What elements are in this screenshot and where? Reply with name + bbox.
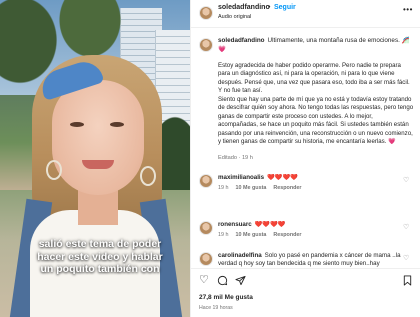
- eye: [110, 122, 124, 127]
- video-caption: salió este tema de poder hacer este vide…: [37, 238, 163, 275]
- heart-icon[interactable]: ♡: [403, 223, 409, 231]
- post-username[interactable]: soledadfandino: [218, 4, 270, 11]
- post-header: soledadfandino • Seguir Audio original •…: [191, 0, 420, 28]
- comment-icon[interactable]: [217, 275, 228, 289]
- mouth: [82, 160, 114, 169]
- caption-username[interactable]: soledadfandino: [218, 37, 265, 44]
- comment-username[interactable]: ronensuarc: [218, 221, 252, 228]
- post-panel: soledadfandino • Seguir Audio original •…: [190, 0, 420, 317]
- heart-icon[interactable]: ♡: [403, 176, 409, 184]
- comment-username[interactable]: carolinadelfina: [218, 252, 262, 259]
- more-options-icon[interactable]: •••: [403, 5, 413, 14]
- reply-button[interactable]: Responder: [273, 185, 301, 191]
- share-icon[interactable]: [235, 275, 246, 289]
- avatar[interactable]: [199, 174, 213, 188]
- comment-body: ❤️❤️❤️❤️: [254, 221, 286, 228]
- post-time: Hace 19 horas: [199, 305, 233, 311]
- comment-username[interactable]: maximilianoalis: [218, 174, 264, 181]
- comment-meta: 19 h 10 Me gusta Responder: [218, 185, 309, 191]
- caption-first-line: soledadfandino Ultimamente, una montaña r…: [218, 37, 414, 54]
- audio-label[interactable]: Audio original: [218, 14, 251, 20]
- separator-dot: •: [268, 4, 271, 11]
- avatar[interactable]: [199, 6, 213, 20]
- follow-button[interactable]: Seguir: [274, 4, 296, 11]
- avatar[interactable]: [199, 252, 213, 266]
- heart-icon[interactable]: ♡: [199, 275, 209, 286]
- comment-item: carolinadelfina Solo yo pasé en pandemia …: [191, 250, 420, 268]
- comment-item: maximilianoalis ❤️❤️❤️❤️ 19 h 10 Me gusta R…: [191, 172, 420, 202]
- comment-text: maximilianoalis ❤️❤️❤️❤️: [218, 174, 398, 182]
- comment-likes[interactable]: 10 Me gusta: [236, 185, 267, 191]
- comment-text: ronensuarc ❤️❤️❤️❤️: [218, 221, 398, 229]
- eye: [70, 122, 84, 127]
- comment-likes[interactable]: 10 Me gusta: [236, 232, 267, 238]
- bookmark-icon[interactable]: [402, 275, 413, 289]
- reply-button[interactable]: Responder: [273, 232, 301, 238]
- heart-icon[interactable]: ♡: [403, 254, 409, 262]
- avatar[interactable]: [199, 38, 213, 52]
- avatar[interactable]: [199, 221, 213, 235]
- person-face: [52, 80, 144, 195]
- comment-text: carolinadelfina Solo yo pasé en pandemia …: [218, 252, 408, 268]
- caption-body: Estoy agradecida de haber podido operarm…: [218, 62, 414, 146]
- comment-time: 19 h: [218, 185, 229, 191]
- action-bar: ♡: [191, 268, 420, 290]
- caption-edited: Editado · 19 h: [218, 155, 253, 161]
- video-player[interactable]: salió este tema de poder hacer este vide…: [0, 0, 190, 317]
- comment-time: 19 h: [218, 232, 229, 238]
- earring: [46, 160, 62, 180]
- comment-item: ronensuarc ❤️❤️❤️❤️ 19 h 10 Me gusta Respon…: [191, 219, 420, 249]
- like-count[interactable]: 27,8 mil Me gusta: [199, 294, 253, 301]
- comment-meta: 19 h 10 Me gusta Responder: [218, 232, 309, 238]
- earring: [140, 166, 156, 186]
- comment-body: ❤️❤️❤️❤️: [267, 174, 298, 181]
